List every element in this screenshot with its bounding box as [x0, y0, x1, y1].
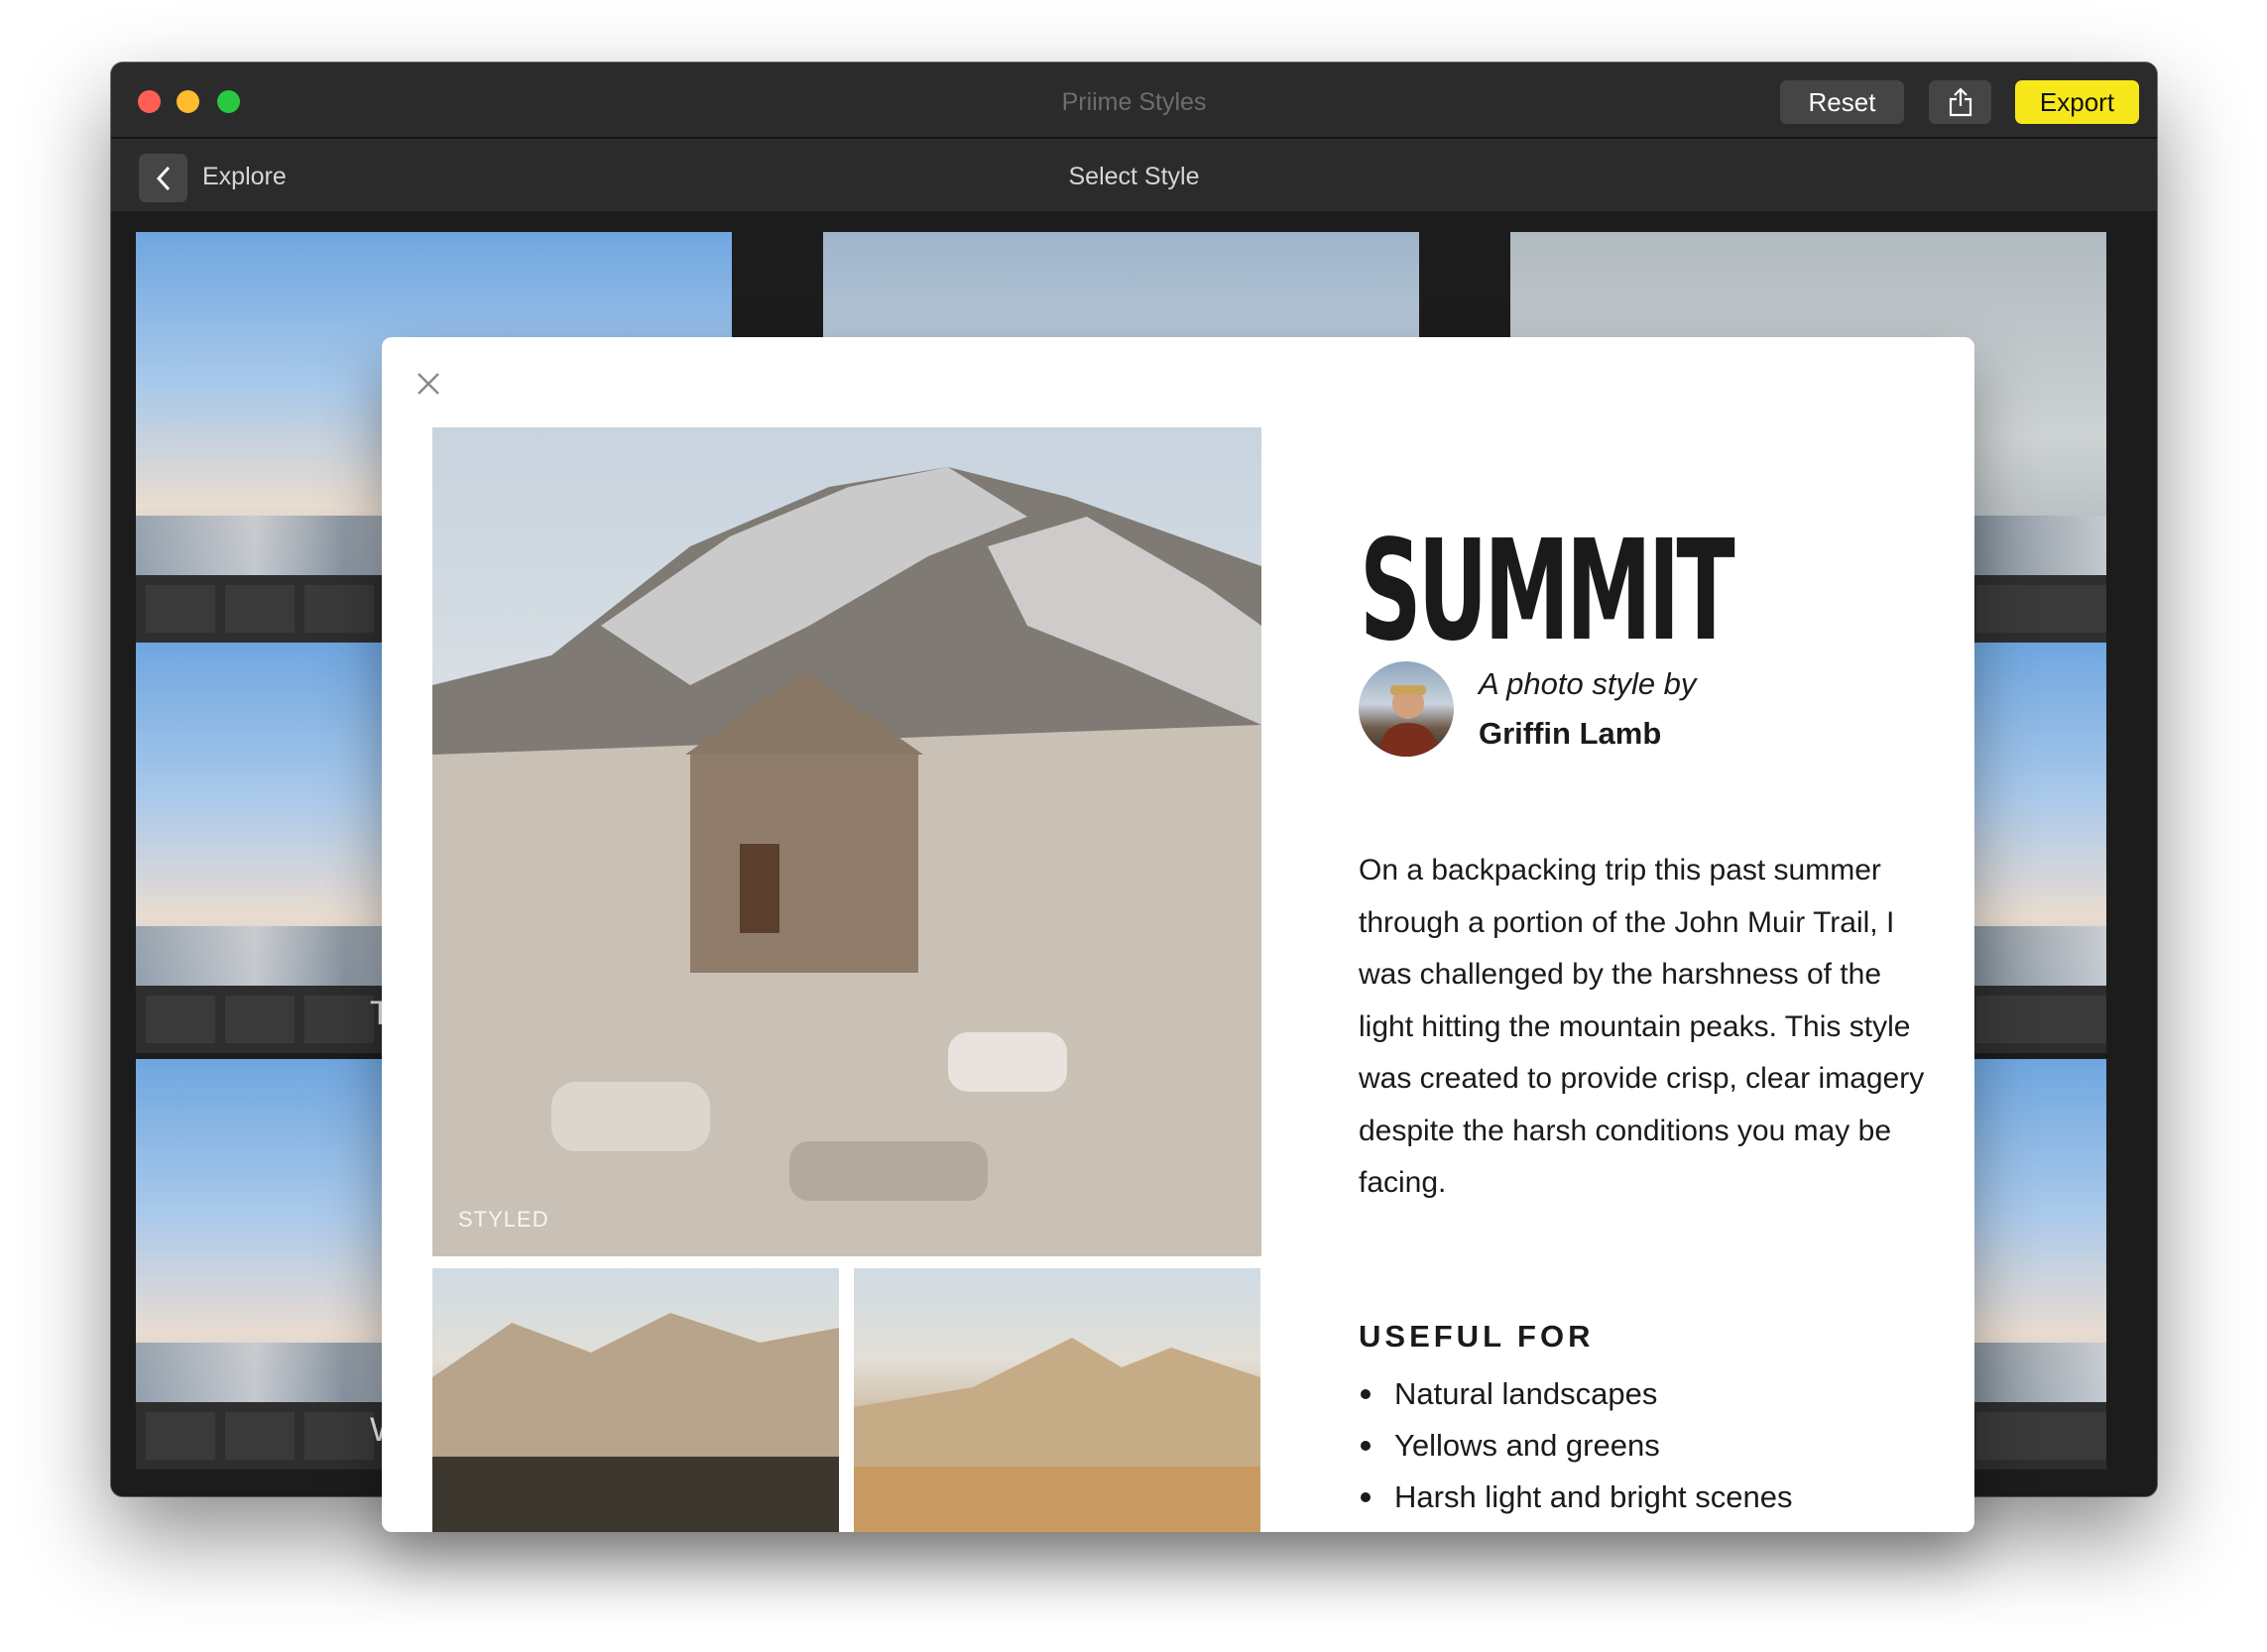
export-button[interactable]: Export [2015, 80, 2139, 124]
share-button[interactable] [1929, 80, 1991, 124]
page-title: Select Style [1068, 163, 1200, 190]
bullet-icon [1361, 1389, 1371, 1399]
useful-for-list: Natural landscapes Yellows and greens Ha… [1359, 1368, 1793, 1523]
bullet-icon [1361, 1441, 1371, 1451]
style-description: On a backpacking trip this past summer t… [1359, 854, 1925, 1199]
list-item: Harsh light and bright scenes [1359, 1472, 1793, 1523]
close-modal-button[interactable] [409, 364, 448, 404]
reset-button[interactable]: Reset [1780, 80, 1904, 124]
author-name[interactable]: Griffin Lamb [1479, 716, 1661, 752]
style-detail-modal: STYLED SUMMIT A photo style by Griffin L… [382, 337, 1974, 1532]
avatar [1359, 661, 1454, 757]
useful-for-heading: USEFUL FOR [1359, 1319, 1595, 1354]
close-icon [418, 373, 439, 395]
list-item-label: Yellows and greens [1394, 1428, 1660, 1463]
list-item-label: Natural landscapes [1394, 1376, 1658, 1411]
sample-photo-small [854, 1268, 1260, 1532]
lake-mountain-photo [432, 1313, 839, 1532]
style-title: SUMMIT [1360, 511, 1735, 672]
share-icon [1949, 87, 1971, 117]
styled-tag: STYLED [458, 1207, 549, 1232]
lake-mountain-photo [854, 1338, 1260, 1532]
byline: A photo style by [1479, 666, 1697, 701]
list-item: Yellows and greens [1359, 1420, 1793, 1472]
title-bar: Priime Styles Reset Export [111, 62, 2157, 139]
sample-photo-main: STYLED [432, 427, 1261, 1256]
author-portrait [1378, 685, 1440, 757]
list-item-label: Harsh light and bright scenes [1394, 1479, 1793, 1514]
mountain-hut-photo [432, 467, 1261, 1256]
navigation-bar: Explore Select Style [111, 139, 2157, 211]
bullet-icon [1361, 1492, 1371, 1502]
sample-photo-small [432, 1268, 839, 1532]
list-item: Natural landscapes [1359, 1368, 1793, 1420]
